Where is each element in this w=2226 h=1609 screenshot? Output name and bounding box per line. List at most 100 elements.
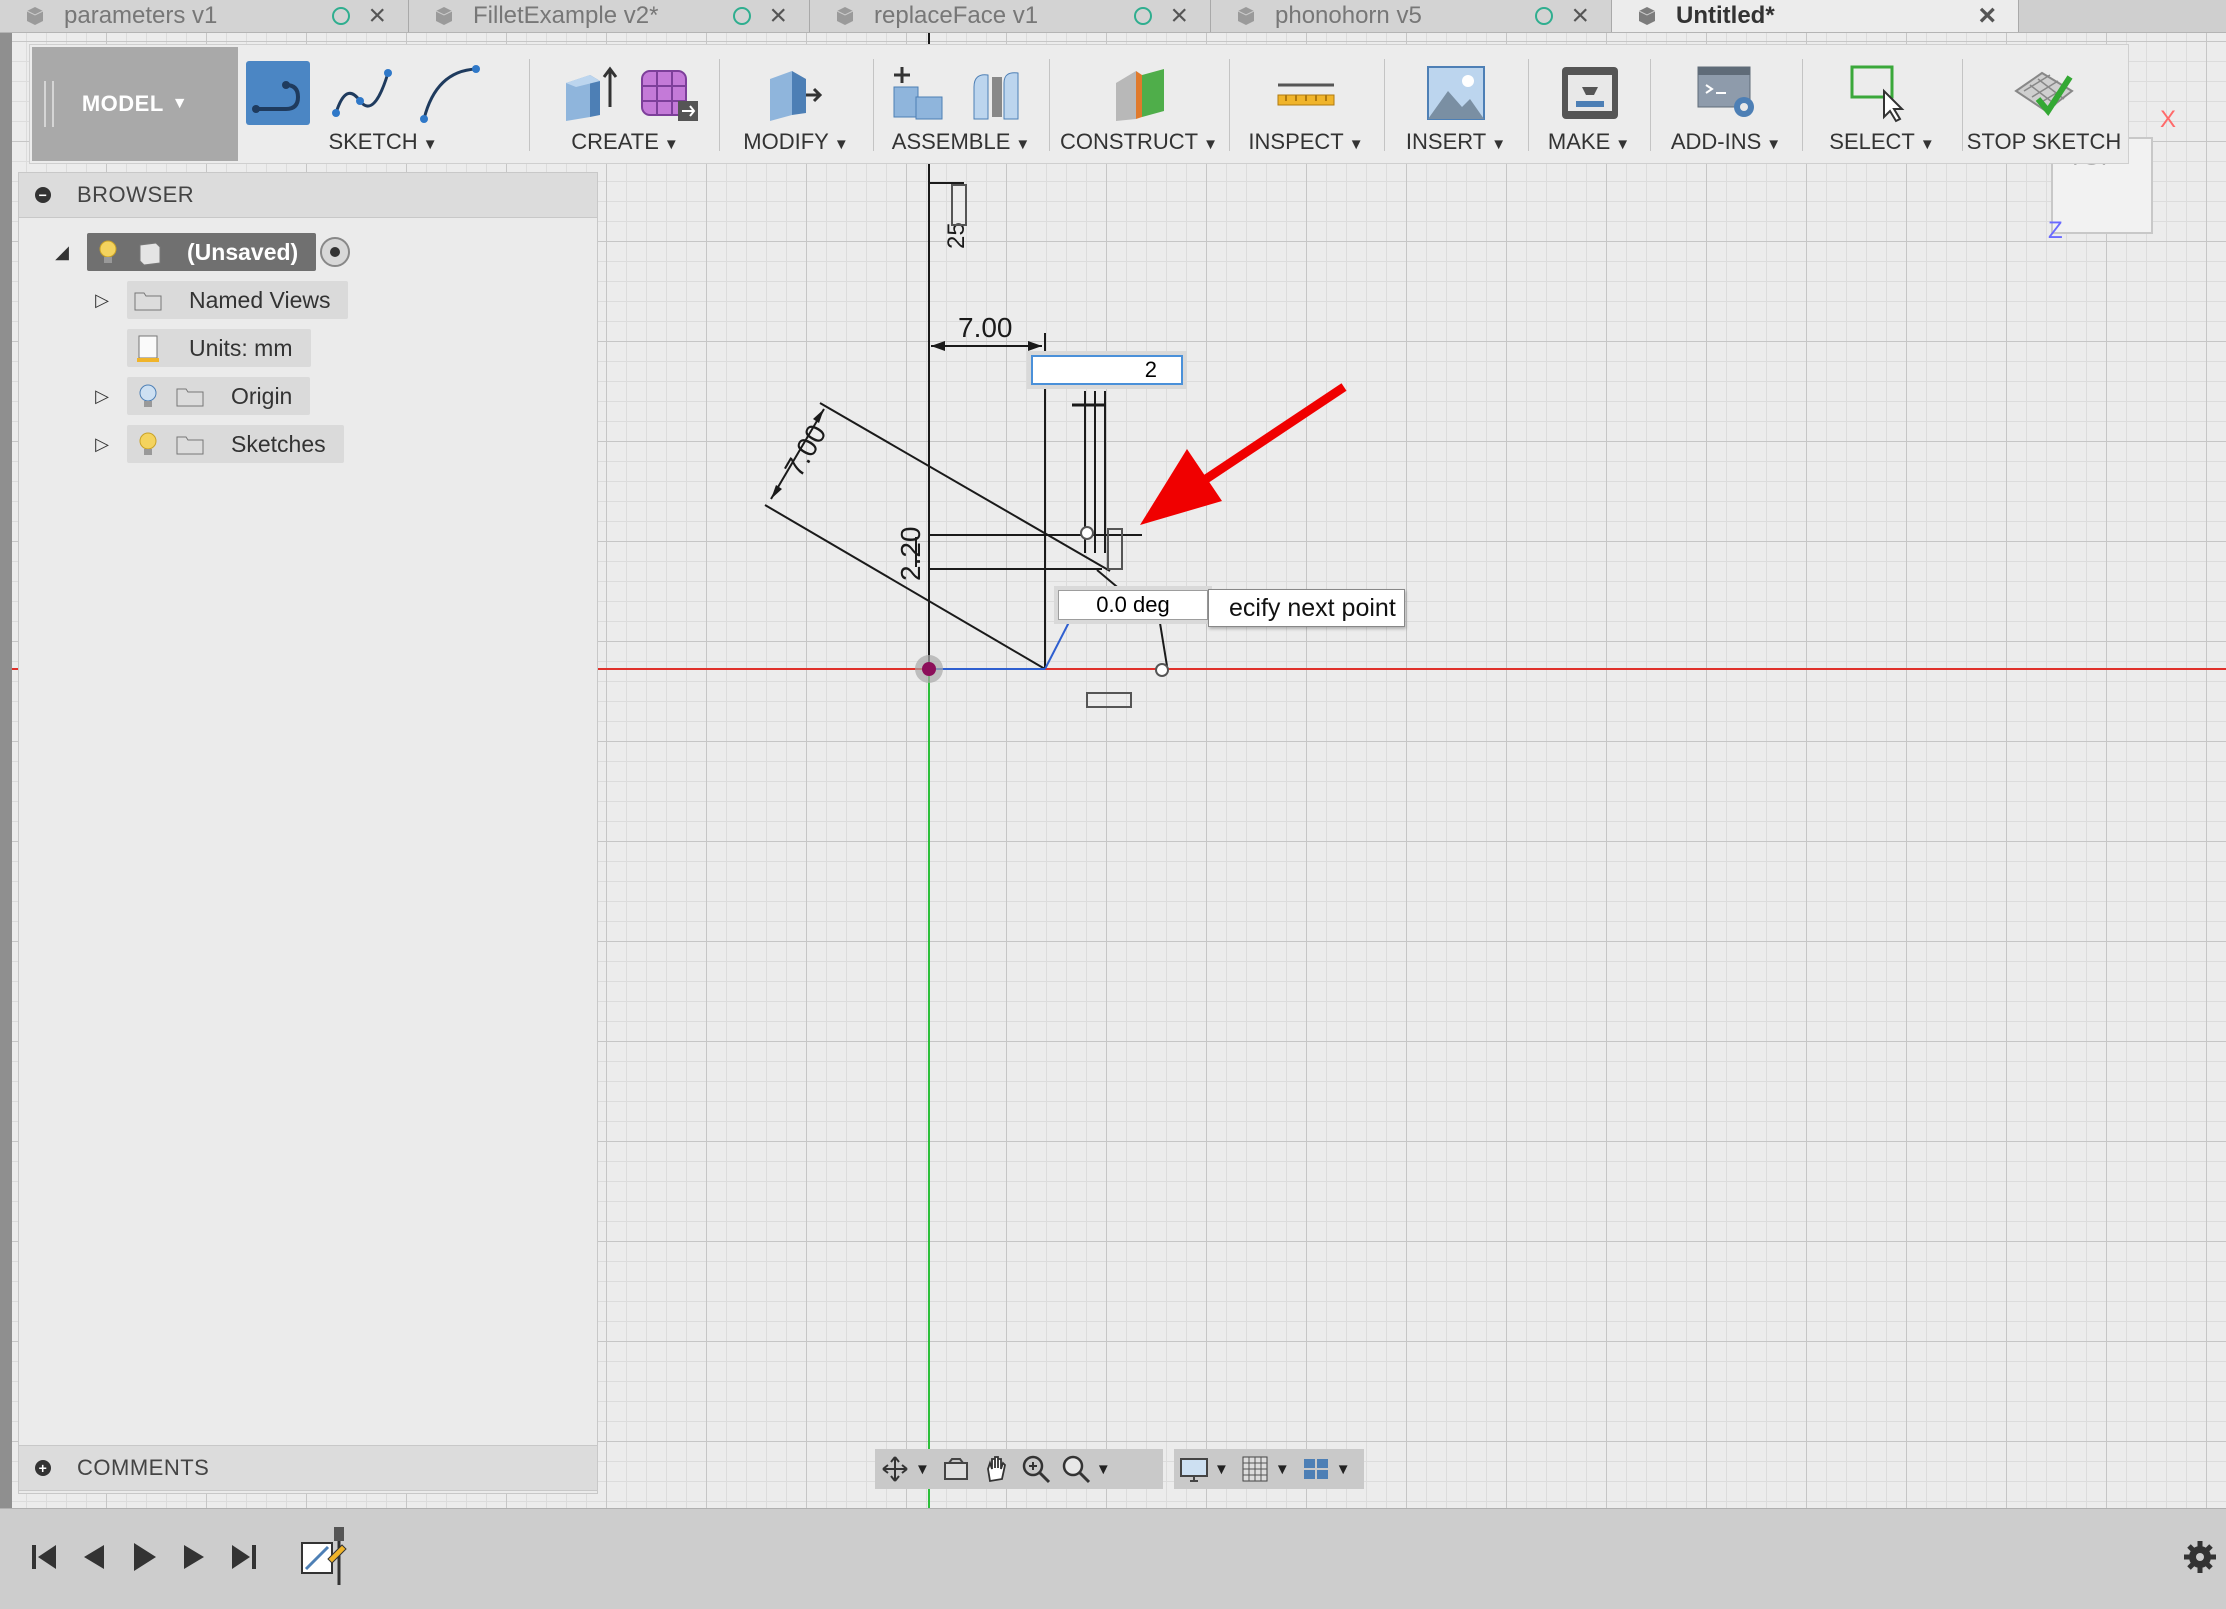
tab-parameters[interactable]: parameters v1 ×	[0, 0, 409, 32]
chevron-down-icon[interactable]: ▼	[1275, 1461, 1290, 1478]
origin-point	[922, 662, 936, 676]
zoom-icon[interactable]	[1020, 1453, 1052, 1485]
lightbulb-icon[interactable]	[133, 429, 163, 459]
tab-fillet-example[interactable]: FilletExample v2* ×	[409, 0, 810, 32]
stop-sketch-button[interactable]: STOP SKETCH	[1966, 47, 2122, 161]
viewcube-z-label: Z	[2048, 217, 2063, 244]
sketch-feature-icon[interactable]	[298, 1525, 354, 1589]
stop-sketch-icon	[2012, 61, 2076, 125]
browser-item-origin[interactable]: ▷ Origin	[89, 377, 311, 415]
measure-icon[interactable]	[1274, 61, 1338, 125]
last-icon[interactable]	[224, 1537, 264, 1577]
chevron-down-icon: ▼	[663, 136, 679, 153]
create-menu[interactable]: CREATE ▼	[538, 129, 712, 155]
close-tab-icon[interactable]: ×	[1170, 1, 1188, 31]
tab-label: replaceFace v1	[874, 2, 1039, 29]
browser-root-node[interactable]: (Unsaved)	[87, 233, 317, 271]
workspace-switcher[interactable]: MODEL ▼	[32, 47, 238, 161]
sketches-node[interactable]: Sketches	[127, 425, 344, 463]
lightbulb-icon[interactable]	[93, 237, 123, 267]
expand-triangle-icon[interactable]: ▷	[89, 434, 115, 455]
spline-tool-icon[interactable]	[330, 61, 394, 125]
insert-image-icon[interactable]	[1424, 61, 1488, 125]
angle-input[interactable]	[1058, 590, 1208, 620]
inspect-menu[interactable]: INSPECT ▼	[1236, 129, 1376, 155]
scripts-addins-icon[interactable]	[1694, 61, 1758, 125]
expand-triangle-icon[interactable]: ◢	[49, 242, 75, 263]
first-icon[interactable]	[24, 1537, 64, 1577]
chevron-down-icon: ▼	[1203, 136, 1218, 153]
chevron-down-icon[interactable]: ▼	[1336, 1461, 1351, 1478]
modify-menu[interactable]: MODIFY ▼	[726, 129, 866, 155]
component-icon	[139, 242, 161, 266]
zoom-window-icon[interactable]	[1060, 1453, 1092, 1485]
previous-icon[interactable]	[74, 1537, 114, 1577]
constraint-glyph	[951, 184, 967, 226]
orbit-icon[interactable]	[879, 1453, 911, 1485]
browser-header[interactable]: − BROWSER	[19, 173, 597, 218]
comments-header[interactable]: + COMMENTS	[19, 1445, 597, 1491]
create-menu-label: CREATE	[571, 129, 659, 154]
chevron-down-icon: ▼	[833, 136, 849, 153]
next-icon[interactable]	[174, 1537, 214, 1577]
browser-root-row[interactable]: ◢ (Unsaved)	[49, 233, 351, 271]
browser-item-sketches[interactable]: ▷ Sketches	[89, 425, 344, 463]
close-tab-icon[interactable]: ×	[769, 1, 787, 31]
sketch-menu[interactable]: SKETCH ▼	[246, 129, 520, 155]
extrude-icon[interactable]	[560, 61, 624, 125]
named-views-node[interactable]: Named Views	[127, 281, 349, 319]
origin-node[interactable]: Origin	[127, 377, 311, 415]
collapse-icon[interactable]: −	[35, 187, 51, 203]
chevron-down-icon[interactable]: ▼	[915, 1461, 930, 1478]
toolbar-group-make: MAKE ▼	[1534, 47, 1644, 161]
select-icon[interactable]	[1848, 61, 1912, 125]
workspace-label: MODEL	[81, 91, 164, 116]
joint-icon[interactable]	[968, 61, 1032, 125]
document-icon	[435, 7, 453, 25]
arc-tool-icon[interactable]	[416, 61, 480, 125]
offset-plane-icon[interactable]	[1108, 61, 1172, 125]
line-tool-icon[interactable]	[246, 61, 310, 125]
toolbar-group-sketch: SKETCH ▼	[246, 47, 520, 161]
expand-triangle-icon[interactable]: ▷	[89, 386, 115, 407]
browser-item-units[interactable]: Units: mm	[127, 329, 311, 367]
display-settings-icon[interactable]	[1178, 1453, 1210, 1485]
new-component-icon[interactable]	[884, 61, 948, 125]
pan-icon[interactable]	[980, 1453, 1012, 1485]
chevron-down-icon: ▼	[1615, 136, 1631, 153]
length-input[interactable]	[1031, 355, 1183, 385]
close-tab-icon[interactable]: ×	[1978, 1, 1996, 31]
chevron-down-icon[interactable]: ▼	[1214, 1461, 1229, 1478]
expand-icon[interactable]: +	[35, 1460, 51, 1476]
settings-gear-icon[interactable]	[2182, 1539, 2218, 1575]
tab-untitled[interactable]: Untitled* ×	[1612, 0, 2019, 32]
tab-replace-face[interactable]: replaceFace v1 ×	[810, 0, 1211, 32]
construct-menu[interactable]: CONSTRUCT ▼	[1056, 129, 1222, 155]
select-menu[interactable]: SELECT ▼	[1808, 129, 1956, 155]
addins-menu-label: ADD-INS	[1670, 129, 1762, 154]
assemble-menu[interactable]: ASSEMBLE ▼	[880, 129, 1042, 155]
browser-item-named-views[interactable]: ▷ Named Views	[89, 281, 349, 319]
tab-phonohorn[interactable]: phonohorn v5 ×	[1211, 0, 1612, 32]
grid-icon[interactable]	[1239, 1453, 1271, 1485]
press-pull-icon[interactable]	[762, 61, 826, 125]
addins-menu[interactable]: ADD-INS ▼	[1656, 129, 1796, 155]
lightbulb-off-icon[interactable]	[133, 381, 163, 411]
insert-menu[interactable]: INSERT ▼	[1390, 129, 1522, 155]
activate-radio-icon[interactable]	[320, 237, 351, 267]
close-tab-icon[interactable]: ×	[1571, 1, 1589, 31]
document-icon	[1638, 7, 1656, 25]
form-icon[interactable]	[638, 61, 702, 125]
viewports-icon[interactable]	[1300, 1453, 1332, 1485]
look-at-icon[interactable]	[940, 1453, 972, 1485]
toolbar-divider	[1962, 59, 1963, 151]
play-icon[interactable]	[124, 1537, 164, 1577]
make-menu[interactable]: MAKE ▼	[1534, 129, 1644, 155]
expand-triangle-icon[interactable]: ▷	[89, 290, 115, 311]
units-node[interactable]: Units: mm	[127, 329, 311, 367]
main-toolbar: MODEL ▼ SKETCH ▼ CREATE ▼ MODIFY ▼ ASSEM…	[29, 44, 2129, 164]
chevron-down-icon[interactable]: ▼	[1096, 1461, 1111, 1478]
close-tab-icon[interactable]: ×	[368, 1, 386, 31]
3d-print-icon[interactable]	[1558, 61, 1622, 125]
document-icon	[1237, 7, 1255, 25]
